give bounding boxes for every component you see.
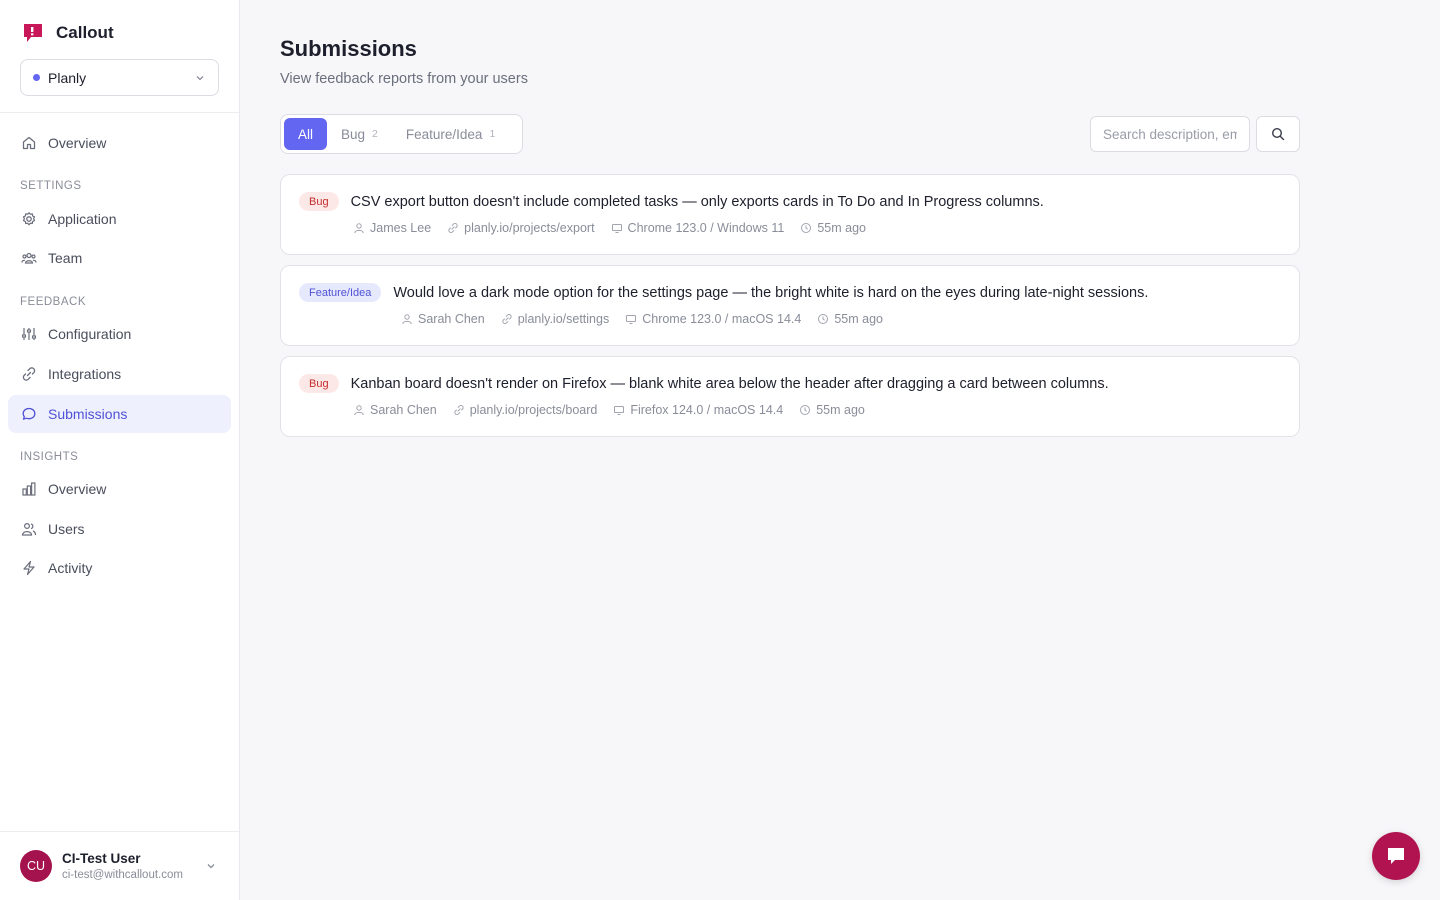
sidebar: Callout Planly Overview SETTINGS Applica… [0, 0, 240, 900]
submission-card[interactable]: Bug CSV export button doesn't include co… [280, 174, 1300, 255]
tab-bug[interactable]: Bug 2 [327, 118, 392, 150]
monitor-icon [611, 224, 622, 233]
link-icon [454, 404, 464, 416]
project-status-dot [33, 74, 40, 81]
section-label-feedback: FEEDBACK [20, 296, 86, 308]
submission-time: 55m ago [817, 221, 866, 235]
user-icon [402, 314, 412, 325]
submission-browser: Firefox 124.0 / macOS 14.4 [630, 403, 784, 417]
submission-card[interactable]: Feature/Idea Would love a dark mode opti… [280, 265, 1300, 346]
submission-title: CSV export button doesn't include comple… [350, 193, 1044, 210]
gear-icon [22, 212, 36, 226]
sidebar-item-label: Users [48, 521, 85, 537]
submission-browser: Chrome 123.0 / macOS 14.4 [642, 312, 802, 326]
tab-label: Feature/Idea [405, 126, 483, 142]
clock-icon [818, 314, 829, 324]
type-badge: Feature/Idea [299, 283, 382, 302]
user-icon [354, 405, 364, 416]
submission-title: Kanban board doesn't render on Firefox —… [350, 375, 1109, 392]
submission-meta: Sarah Chen planly.io/settings Chrome 123… [401, 312, 899, 326]
chevron-down-icon [207, 864, 215, 869]
sidebar-item-label: Application [48, 211, 117, 227]
submission-url: planly.io/projects/board [469, 403, 598, 417]
submission-meta: James Lee planly.io/projects/export Chro… [353, 221, 882, 235]
sidebar-item-label: Team [48, 250, 83, 266]
tab-count: 1 [489, 128, 496, 140]
search-button[interactable] [1256, 116, 1300, 152]
clock-icon [801, 223, 812, 233]
sidebar-item-insights-overview[interactable]: Overview [8, 470, 231, 508]
submission-time: 55m ago [834, 312, 883, 326]
tab-feature-idea[interactable]: Feature/Idea 1 [392, 118, 509, 150]
type-badge: Bug [299, 374, 339, 393]
sidebar-divider [0, 112, 239, 113]
sidebar-item-overview[interactable]: Overview [8, 124, 231, 162]
sidebar-item-label: Submissions [48, 406, 128, 422]
clock-icon [800, 405, 811, 415]
brand[interactable]: Callout [22, 22, 114, 44]
sidebar-item-label: Overview [48, 135, 107, 151]
section-label-settings: SETTINGS [20, 180, 82, 192]
type-badge: Bug [299, 192, 339, 211]
callout-logo-icon [24, 24, 42, 42]
user-info: CI-Test User ci-test@withcallout.com [62, 851, 205, 881]
submission-user: Sarah Chen [418, 312, 485, 326]
sidebar-item-label: Configuration [48, 326, 132, 342]
sidebar-item-label: Integrations [48, 366, 122, 382]
submission-title: Would love a dark mode option for the se… [393, 284, 1149, 301]
tab-label: All [298, 126, 314, 142]
submission-card[interactable]: Bug Kanban board doesn't render on Firef… [280, 356, 1300, 437]
sidebar-item-integrations[interactable]: Integrations [8, 355, 231, 393]
chevron-down-icon [196, 75, 204, 80]
page-subtitle: View feedback reports from your users [280, 71, 528, 87]
submission-user: James Lee [370, 221, 432, 235]
section-label-insights: INSIGHTS [20, 451, 79, 463]
sidebar-item-label: Overview [48, 481, 107, 497]
search-input[interactable] [1090, 116, 1250, 152]
link-icon [448, 222, 458, 234]
search-icon [1271, 127, 1285, 141]
sidebar-item-label: Activity [48, 560, 93, 576]
team-icon [21, 252, 37, 264]
sidebar-item-users[interactable]: Users [8, 510, 231, 548]
user-icon [354, 223, 364, 234]
tab-all[interactable]: All [284, 118, 328, 150]
home-icon [22, 136, 36, 150]
user-menu[interactable]: CU CI-Test User ci-test@withcallout.com [0, 831, 239, 900]
project-name: Planly [48, 69, 87, 86]
user-email: ci-test@withcallout.com [62, 869, 183, 881]
submission-time: 55m ago [816, 403, 865, 417]
sidebar-item-activity[interactable]: Activity [8, 549, 231, 587]
submission-url: planly.io/projects/export [464, 221, 595, 235]
sidebar-item-team[interactable]: Team [8, 239, 231, 277]
tab-count: 2 [372, 128, 378, 140]
bar-chart-icon [22, 482, 36, 496]
submission-url: planly.io/settings [517, 312, 610, 326]
page-title: Submissions [280, 36, 417, 61]
monitor-icon [614, 406, 625, 415]
sliders-icon [21, 328, 37, 340]
sidebar-item-application[interactable]: Application [8, 200, 231, 238]
user-name: CI-Test User [62, 851, 141, 866]
filter-tabs: All Bug 2 Feature/Idea 1 [280, 114, 523, 154]
users-icon [21, 522, 37, 536]
chat-bubble-icon [1388, 848, 1404, 864]
chat-icon [22, 407, 36, 420]
sidebar-item-submissions[interactable]: Submissions [8, 395, 231, 433]
submission-user: Sarah Chen [370, 403, 437, 417]
sidebar-item-configuration[interactable]: Configuration [8, 315, 231, 353]
monitor-icon [626, 315, 637, 324]
submission-meta: Sarah Chen planly.io/projects/board Fire… [353, 403, 881, 417]
project-selector[interactable]: Planly [20, 59, 219, 96]
submission-browser: Chrome 123.0 / Windows 11 [627, 221, 785, 235]
bolt-icon [23, 560, 35, 576]
feedback-widget-button[interactable] [1372, 832, 1420, 880]
tab-label: Bug [341, 126, 366, 142]
app-name: Callout [56, 23, 114, 42]
avatar: CU [20, 850, 52, 882]
link-icon [22, 367, 36, 381]
link-icon [502, 313, 512, 325]
